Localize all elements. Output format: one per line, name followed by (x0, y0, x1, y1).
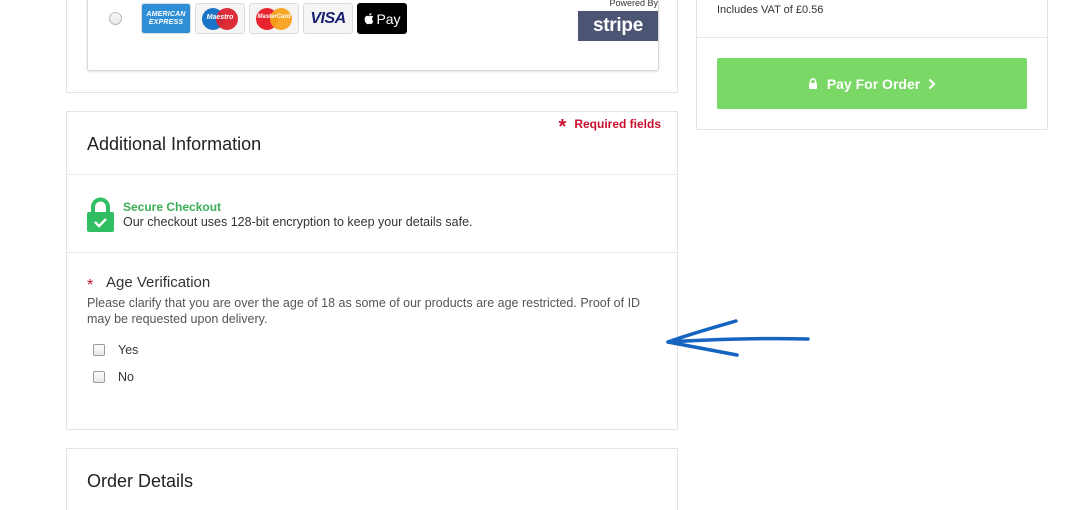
order-details-title: Order Details (87, 471, 194, 491)
age-yes-checkbox[interactable] (93, 344, 105, 356)
card-payment-option[interactable]: AMERICAN EXPRESS Maestro MasterCard VISA (87, 0, 659, 71)
age-no-checkbox[interactable] (93, 371, 105, 383)
vat-text: Includes VAT of £0.56 (717, 4, 824, 16)
age-verification-description: Please clarify that you are over the age… (87, 296, 641, 326)
age-option-no[interactable]: No (93, 370, 134, 384)
required-star-icon: * (87, 277, 94, 294)
mastercard-card-icon: MasterCard (249, 3, 299, 34)
additional-information-panel: * Required fields Additional Information… (66, 111, 678, 430)
required-fields-label: Required fields (574, 117, 661, 131)
order-details-panel: Order Details (66, 448, 678, 510)
stripe-logo: stripe (578, 11, 658, 41)
lock-icon (808, 78, 817, 89)
required-fields-note: * Required fields (558, 116, 661, 138)
pay-for-order-button[interactable]: Pay For Order (717, 58, 1027, 109)
pay-for-order-label: Pay For Order (826, 75, 921, 92)
card-payment-radio[interactable] (109, 12, 122, 25)
age-verification-title: Age Verification (106, 274, 211, 291)
powered-by-label: Powered By (609, 0, 658, 8)
apple-logo-icon (365, 13, 374, 25)
divider (67, 174, 677, 175)
divider (67, 252, 677, 253)
visa-card-icon: VISA (303, 3, 353, 34)
summary-divider (697, 37, 1047, 38)
age-no-label: No (118, 370, 134, 384)
secure-checkout-text: Our checkout uses 128-bit encryption to … (123, 215, 473, 229)
payment-method-panel: AMERICAN EXPRESS Maestro MasterCard VISA (66, 0, 678, 93)
apple-pay-icon: Pay (357, 3, 407, 34)
age-option-yes[interactable]: Yes (93, 343, 138, 357)
amex-card-icon: AMERICAN EXPRESS (141, 3, 191, 34)
maestro-card-icon: Maestro (195, 3, 245, 34)
age-yes-label: Yes (118, 343, 139, 357)
secure-checkout-title: Secure Checkout (123, 200, 222, 214)
secure-lock-icon (87, 197, 114, 232)
order-summary-panel: Includes VAT of £0.56 Pay For Order (696, 0, 1048, 130)
annotation-arrow-icon (666, 319, 810, 357)
required-star-icon: * (558, 116, 567, 138)
chevron-right-icon (928, 78, 936, 89)
additional-information-title: Additional Information (87, 134, 262, 154)
